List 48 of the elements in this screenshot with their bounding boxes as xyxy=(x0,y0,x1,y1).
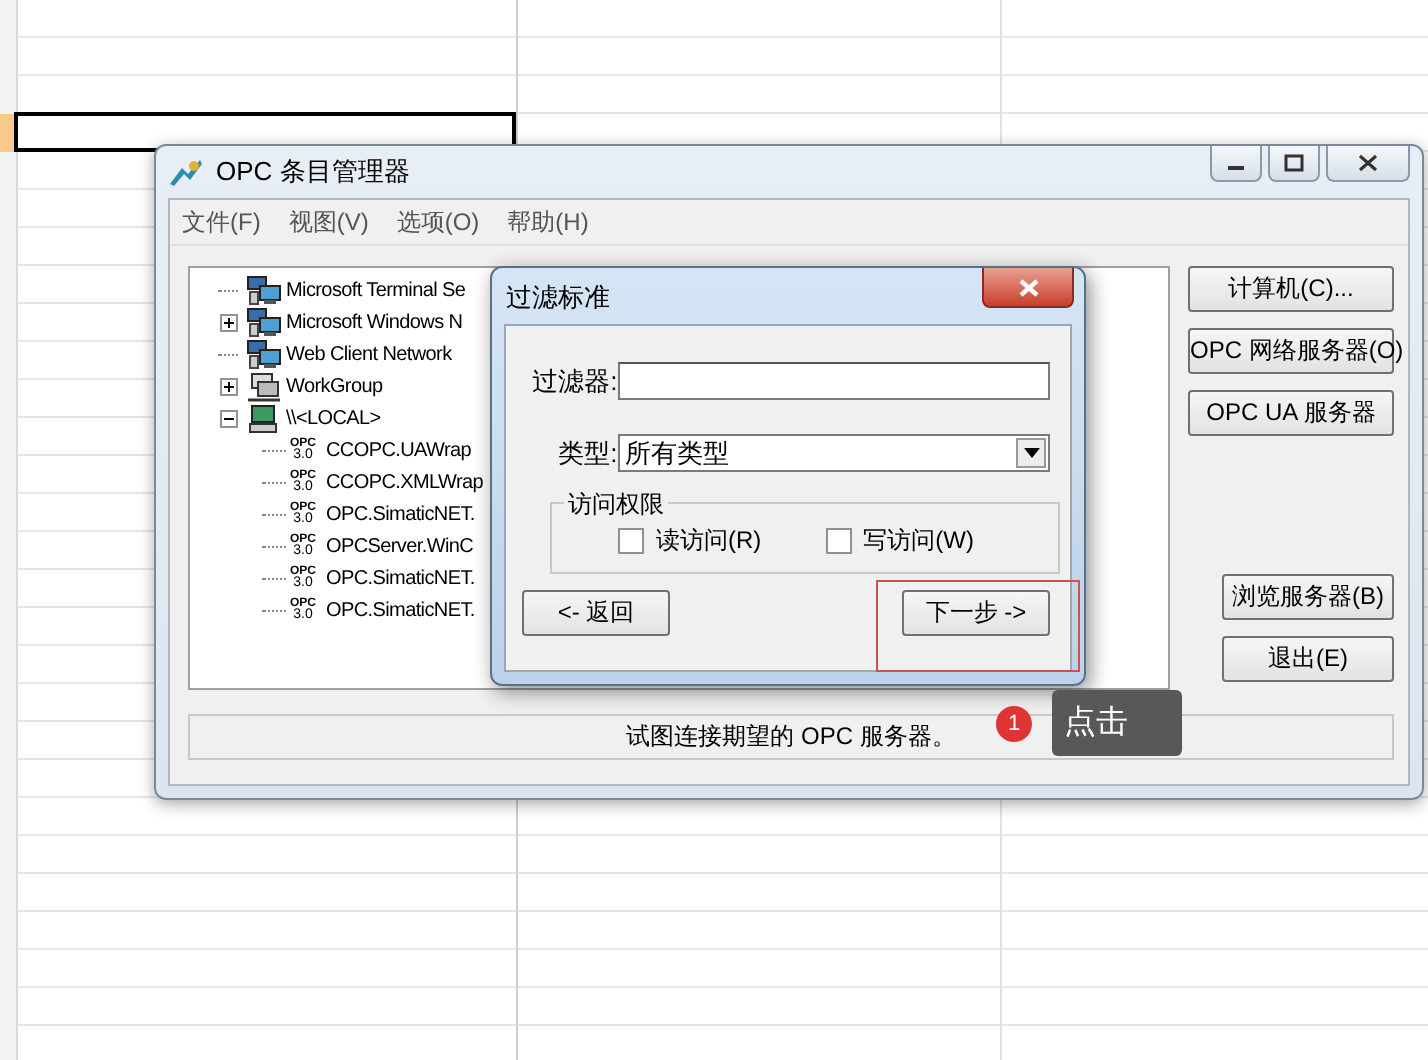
close-icon xyxy=(1358,154,1378,172)
menu-item[interactable]: 选项(O) xyxy=(396,205,480,239)
checkbox[interactable]: 写访问(W) xyxy=(825,524,974,558)
collapse-icon[interactable] xyxy=(220,409,238,427)
checkbox[interactable]: 读访问(R) xyxy=(618,524,762,558)
tree-item[interactable]: CCOPC.XMLWrap xyxy=(326,471,484,493)
tree-item[interactable]: OPC.SimaticNET. xyxy=(326,503,475,525)
group-title: 访问权限 xyxy=(564,488,668,522)
tree-item[interactable]: OPCServer.WinC xyxy=(326,535,474,557)
side-button[interactable]: 浏览服务器(B) xyxy=(1222,574,1394,620)
network-computers-icon xyxy=(246,339,282,369)
filter-field[interactable] xyxy=(617,362,1050,400)
maximize-button[interactable] xyxy=(1268,146,1320,182)
menu-item[interactable]: 视图(V) xyxy=(288,205,369,239)
tree-item[interactable]: WorkGroup xyxy=(286,375,383,397)
tree-item[interactable]: Web Client Network xyxy=(286,343,452,365)
network-computers-icon xyxy=(246,307,282,337)
dropdown-arrow-icon xyxy=(1023,448,1039,458)
close-icon xyxy=(1017,277,1039,297)
side-button[interactable]: 计算机(C)... xyxy=(1188,266,1394,312)
tree-item[interactable]: Microsoft Terminal Se xyxy=(286,279,466,301)
menu-item[interactable]: 帮助(H) xyxy=(507,205,589,239)
expand-icon[interactable] xyxy=(220,313,238,331)
expand-icon[interactable] xyxy=(220,377,238,395)
tree-item[interactable]: CCOPC.UAWrap xyxy=(326,439,472,461)
computer-icon xyxy=(246,403,282,433)
window-title: OPC 条目管理器 xyxy=(216,154,410,190)
tree-item[interactable]: \\<LOCAL> xyxy=(286,407,381,429)
next-button[interactable]: 下一步 -> xyxy=(902,590,1050,636)
back-button[interactable]: <- 返回 xyxy=(522,590,670,636)
network-computers-icon xyxy=(246,275,282,305)
dialog-title: 过滤标准 xyxy=(506,280,610,316)
tooltip: 点击 xyxy=(1052,690,1182,756)
filter-label: 过滤器: xyxy=(530,363,618,399)
close-button[interactable] xyxy=(982,268,1074,308)
minimize-button[interactable] xyxy=(1210,146,1262,182)
tree-item[interactable]: OPC.SimaticNET. xyxy=(326,599,475,621)
menu-item[interactable]: 文件(F) xyxy=(182,205,261,239)
type-dropdown[interactable]: 所有类型 xyxy=(617,434,1050,472)
app-icon xyxy=(168,156,204,188)
type-label: 类型: xyxy=(556,435,618,471)
workgroup-icon xyxy=(246,371,282,401)
close-button[interactable] xyxy=(1326,146,1410,182)
tree-item[interactable]: OPC.SimaticNET. xyxy=(326,567,475,589)
side-button[interactable]: OPC UA 服务器 xyxy=(1188,390,1394,436)
maximize-icon xyxy=(1284,154,1304,172)
side-button[interactable]: 退出(E) xyxy=(1222,636,1394,682)
tree-item[interactable]: Microsoft Windows N xyxy=(286,311,463,333)
